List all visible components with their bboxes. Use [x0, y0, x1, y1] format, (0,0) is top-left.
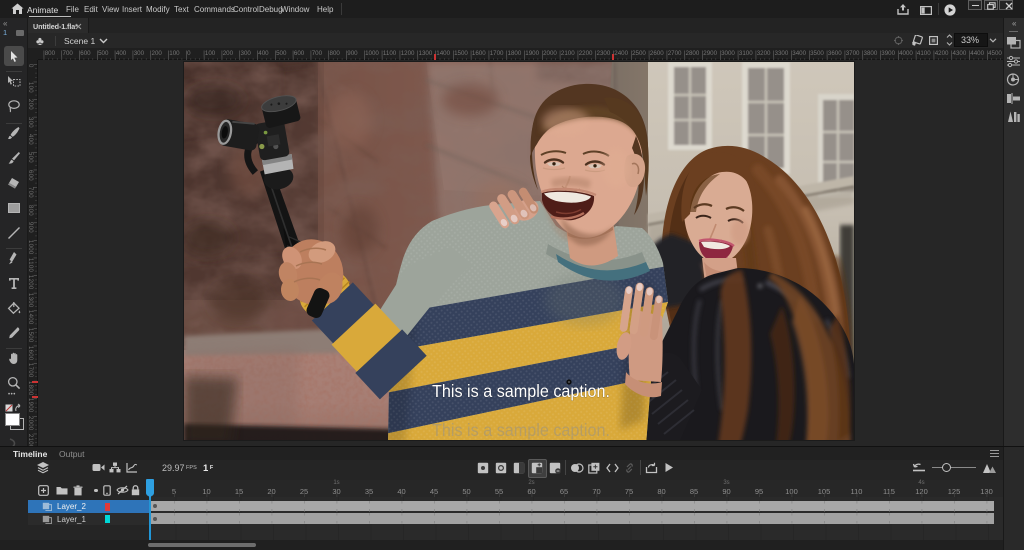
svg-text:This is a sample caption.: This is a sample caption.	[432, 381, 610, 401]
svg-text:This is a sample caption.: This is a sample caption.	[432, 420, 610, 440]
